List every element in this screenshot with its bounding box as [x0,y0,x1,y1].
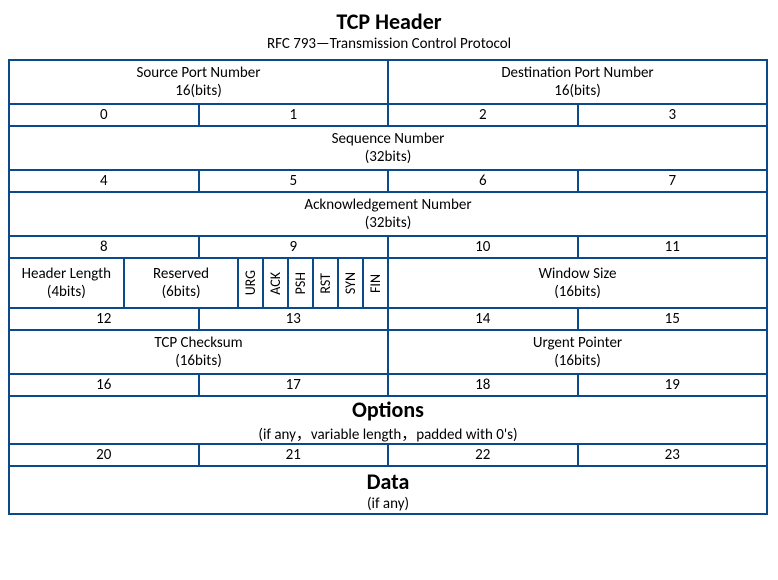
byte-offset: 1 [200,105,390,127]
byte-offset: 13 [200,309,390,331]
label: Source Port Number [136,64,260,82]
byte-offset: 19 [579,375,769,397]
label: URG [242,270,259,295]
page-title: TCP Header [8,8,770,35]
label: Data [367,468,410,495]
field-options: Options (if any，variable length，padded w… [10,397,768,445]
flag-fin: FIN [364,259,389,309]
byte-offset: 22 [389,445,579,467]
byte-offset: 2 [389,105,579,127]
note: (if any) [367,495,409,513]
byte-offset: 7 [579,171,769,193]
tcp-header-diagram: Source Port Number 16(bits) Destination … [8,59,768,515]
label: Window Size [539,265,617,283]
byte-offset: 0 [10,105,200,127]
label: Acknowledgement Number [304,196,471,214]
field-data: Data (if any) [10,467,768,515]
byte-offset: 6 [389,171,579,193]
bits: (32bits) [365,148,412,166]
bits: 16(bits) [175,82,222,100]
byte-offset: 21 [200,445,390,467]
bits: (32bits) [365,214,412,232]
flag-rst: RST [314,259,339,309]
label: SYN [342,272,359,294]
byte-offset: 17 [200,375,390,397]
field-window-size: Window Size (16bits) [389,259,768,309]
label: Urgent Pointer [533,334,622,352]
label: Sequence Number [332,130,445,148]
flag-syn: SYN [339,259,364,309]
flag-urg: URG [239,259,264,309]
field-reserved: Reserved (6bits) [125,259,240,309]
field-header-length: Header Length (4bits) [10,259,125,309]
byte-offset: 11 [579,237,769,259]
field-ack-number: Acknowledgement Number (32bits) [10,193,768,237]
byte-offset: 4 [10,171,200,193]
flag-ack: ACK [264,259,289,309]
byte-offset: 16 [10,375,200,397]
label: Destination Port Number [501,64,653,82]
byte-offset: 8 [10,237,200,259]
byte-offset: 23 [579,445,769,467]
field-sequence-number: Sequence Number (32bits) [10,127,768,171]
byte-offset: 3 [579,105,769,127]
bits: (4bits) [47,283,86,301]
bits: (16bits) [175,352,222,370]
bits: (16bits) [554,283,601,301]
label: TCP Checksum [154,334,242,352]
label: FIN [367,274,384,293]
byte-offset: 18 [389,375,579,397]
byte-offset: 20 [10,445,200,467]
byte-offset: 9 [200,237,390,259]
label: PSH [292,272,309,294]
byte-offset: 14 [389,309,579,331]
byte-offset: 15 [579,309,769,331]
label: Options [352,396,424,423]
field-source-port: Source Port Number 16(bits) [10,61,389,105]
field-urgent-pointer: Urgent Pointer (16bits) [389,331,768,375]
label: Header Length [22,265,111,283]
page-subtitle: RFC 793—Transmission Control Protocol [8,35,770,53]
bits: (16bits) [554,352,601,370]
field-dest-port: Destination Port Number 16(bits) [389,61,768,105]
field-checksum: TCP Checksum (16bits) [10,331,389,375]
byte-offset: 10 [389,237,579,259]
flag-psh: PSH [289,259,314,309]
label: Reserved [153,265,209,283]
note: (if any，variable length，padded with 0's) [258,423,517,444]
byte-offset: 12 [10,309,200,331]
label: RST [317,273,334,294]
bits: (6bits) [162,283,201,301]
label: ACK [267,272,284,295]
byte-offset: 5 [200,171,390,193]
bits: 16(bits) [554,82,601,100]
